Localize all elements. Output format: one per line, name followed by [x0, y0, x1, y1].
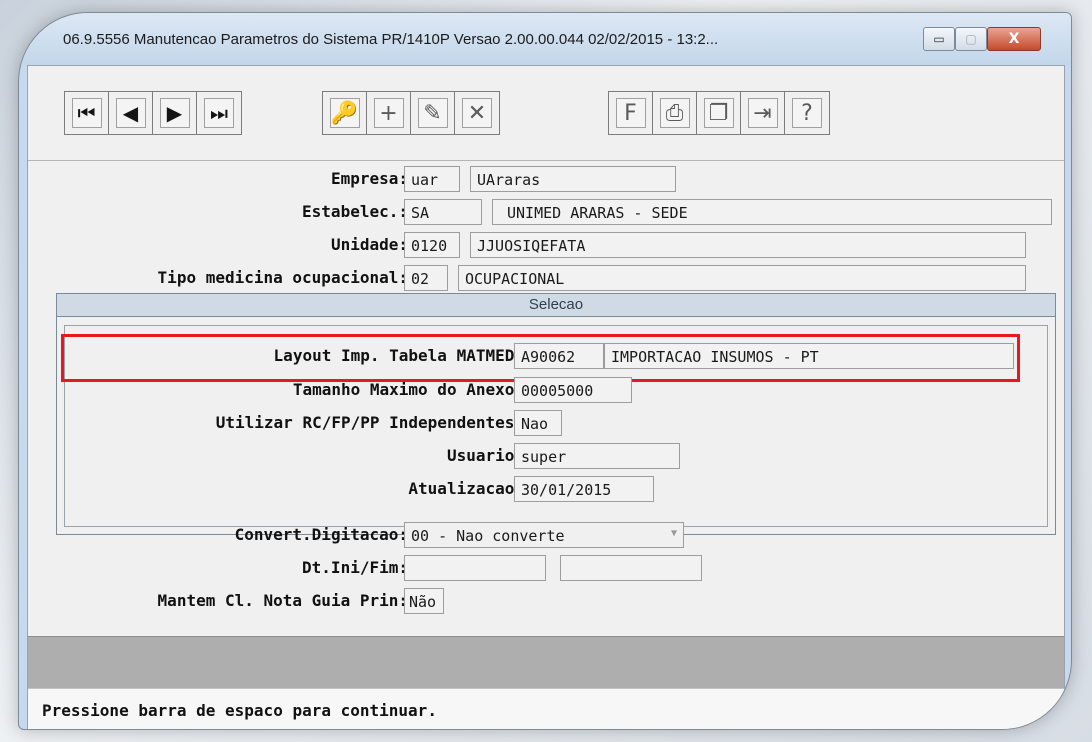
add-record-button[interactable]: +	[367, 92, 411, 134]
help-button[interactable]: ?	[785, 92, 829, 134]
client-area: ⏮ ◀ ▶ ⏭ 🔑 + ✎ ✕ F ⎙ ❐ ⇥ ? Empresa: uar U…	[27, 65, 1065, 729]
application-window: 06.9.5556 Manutencao Parametros do Siste…	[18, 12, 1072, 730]
copy-icon: ❐	[703, 98, 734, 128]
usuario-field[interactable]: super	[514, 443, 680, 469]
delete-record-button[interactable]: ✕	[455, 92, 499, 134]
next-record-icon: ▶	[159, 98, 190, 128]
search-key-icon: 🔑	[329, 98, 360, 128]
dt-ini-fim-label: Dt.Ini/Fim:	[302, 558, 408, 577]
tools-button-group: F ⎙ ❐ ⇥ ?	[608, 91, 830, 135]
modify-record-button[interactable]: ✎	[411, 92, 455, 134]
tamanho-max-field[interactable]: 00005000	[514, 377, 632, 403]
window-title: 06.9.5556 Manutencao Parametros do Siste…	[63, 31, 719, 48]
help-icon: ?	[792, 98, 822, 128]
toolbar: ⏮ ◀ ▶ ⏭ 🔑 + ✎ ✕ F ⎙ ❐ ⇥ ?	[28, 66, 1064, 148]
mantem-cl-field[interactable]: Não	[404, 588, 444, 614]
tipo-medicina-label: Tipo medicina ocupacional:	[157, 268, 408, 287]
estabelec-code-field[interactable]: SA	[404, 199, 482, 225]
filter-button[interactable]: F	[609, 92, 653, 134]
chevron-down-icon: ▼	[670, 528, 677, 539]
dt-ini-field[interactable]	[404, 555, 546, 581]
exit-icon: ⇥	[747, 98, 778, 128]
copy-button[interactable]: ❐	[697, 92, 741, 134]
usuario-label: Usuario:	[446, 446, 524, 465]
dt-fim-field[interactable]	[560, 555, 702, 581]
empresa-code-field[interactable]: uar	[404, 166, 460, 192]
mantem-cl-label: Mantem Cl. Nota Guia Prin:	[157, 591, 408, 610]
unidade-code-field[interactable]: 0120	[404, 232, 460, 258]
form-panel: Empresa: uar UAraras Estabelec.: SA UNIM…	[28, 160, 1064, 556]
status-message: Pressione barra de espaco para continuar…	[42, 701, 437, 720]
delete-record-icon: ✕	[462, 98, 492, 128]
atualizacao-label: Atualizacao:	[408, 479, 524, 498]
minimize-button[interactable]: ▭	[923, 27, 955, 51]
print-button[interactable]: ⎙	[653, 92, 697, 134]
unidade-name-field[interactable]: JJUOSIQEFATA	[470, 232, 1026, 258]
tipo-medicina-name-field[interactable]: OCUPACIONAL	[458, 265, 1026, 291]
first-record-icon: ⏮	[71, 98, 102, 128]
edit-button-group: 🔑 + ✎ ✕	[322, 91, 500, 135]
last-record-icon: ⏭	[204, 98, 234, 128]
utilizar-rc-field[interactable]: Nao	[514, 410, 562, 436]
tipo-medicina-code-field[interactable]: 02	[404, 265, 448, 291]
filter-icon: F	[615, 98, 646, 128]
close-button[interactable]: X	[987, 27, 1041, 51]
selecao-group-title: Selecao	[56, 293, 1056, 317]
exit-button[interactable]: ⇥	[741, 92, 785, 134]
highlight-box	[61, 334, 1020, 382]
previous-record-icon: ◀	[115, 98, 146, 128]
next-record-button[interactable]: ▶	[153, 92, 197, 134]
empresa-label: Empresa:	[330, 169, 408, 188]
navigation-button-group: ⏮ ◀ ▶ ⏭	[64, 91, 242, 135]
utilizar-rc-label: Utilizar RC/FP/PP Independentes:	[215, 413, 524, 432]
search-key-button[interactable]: 🔑	[323, 92, 367, 134]
estabelec-name-field[interactable]: UNIMED ARARAS - SEDE	[492, 199, 1052, 225]
atualizacao-field[interactable]: 30/01/2015	[514, 476, 654, 502]
title-bar[interactable]: 06.9.5556 Manutencao Parametros do Siste…	[19, 13, 1071, 65]
estabelec-label: Estabelec.:	[302, 202, 408, 221]
convert-digitacao-select[interactable]: 00 - Nao converte ▼	[404, 522, 684, 548]
print-icon: ⎙	[659, 98, 690, 128]
tamanho-max-label: Tamanho Maximo do Anexo:	[292, 380, 524, 399]
separator-band	[28, 636, 1064, 689]
unidade-label: Unidade:	[330, 235, 408, 254]
add-record-icon: +	[373, 98, 404, 128]
empresa-name-field[interactable]: UAraras	[470, 166, 676, 192]
convert-digitacao-label: Convert.Digitacao:	[234, 525, 408, 544]
status-bar: Pressione barra de espaco para continuar…	[28, 688, 1064, 729]
convert-digitacao-value: 00 - Nao converte	[411, 527, 565, 545]
maximize-button[interactable]: ▢	[955, 27, 987, 51]
modify-record-icon: ✎	[417, 98, 448, 128]
previous-record-button[interactable]: ◀	[109, 92, 153, 134]
last-record-button[interactable]: ⏭	[197, 92, 241, 134]
first-record-button[interactable]: ⏮	[65, 92, 109, 134]
